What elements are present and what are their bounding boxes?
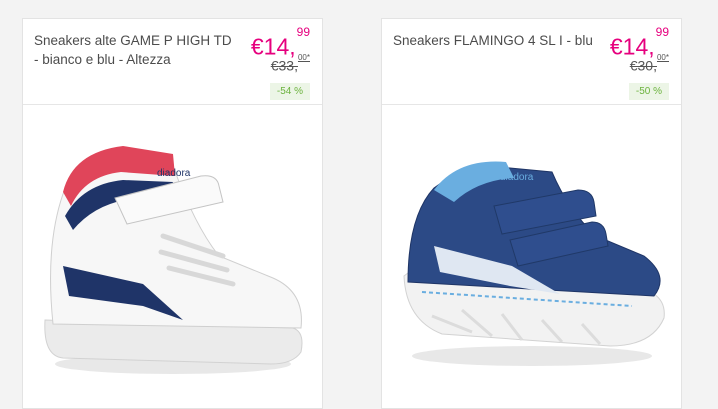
discount-badge: -50 % [628,83,669,100]
product-image[interactable]: diadora [23,106,322,409]
original-price: €33,00* [270,53,310,74]
white-high-top-sneaker-icon: diadora [44,146,303,374]
discount-badge: -54 % [269,83,310,100]
old-price-main: €30, [629,57,657,74]
blue-low-sneaker-icon: diadora [403,161,665,366]
original-price: €30,00* [629,53,669,74]
product-title[interactable]: Sneakers alte GAME P HIGH TD - bianco e … [34,31,234,69]
price-cents: 99 [655,25,669,39]
svg-text:diadora: diadora [500,172,534,183]
svg-text:diadora: diadora [157,168,191,179]
product-card[interactable]: Sneakers alte GAME P HIGH TD - bianco e … [22,18,323,409]
old-price-cents: 00* [656,53,669,62]
price-cents: 99 [296,25,310,39]
product-header: Sneakers alte GAME P HIGH TD - bianco e … [23,19,322,105]
product-header: Sneakers FLAMINGO 4 SL I - blu €14,99 €3… [382,19,681,105]
product-image[interactable]: diadora [382,106,681,409]
product-card[interactable]: Sneakers FLAMINGO 4 SL I - blu €14,99 €3… [381,18,682,409]
old-price-cents: 00* [297,53,310,62]
product-title[interactable]: Sneakers FLAMINGO 4 SL I - blu [393,31,593,50]
old-price-main: €33, [270,57,298,74]
